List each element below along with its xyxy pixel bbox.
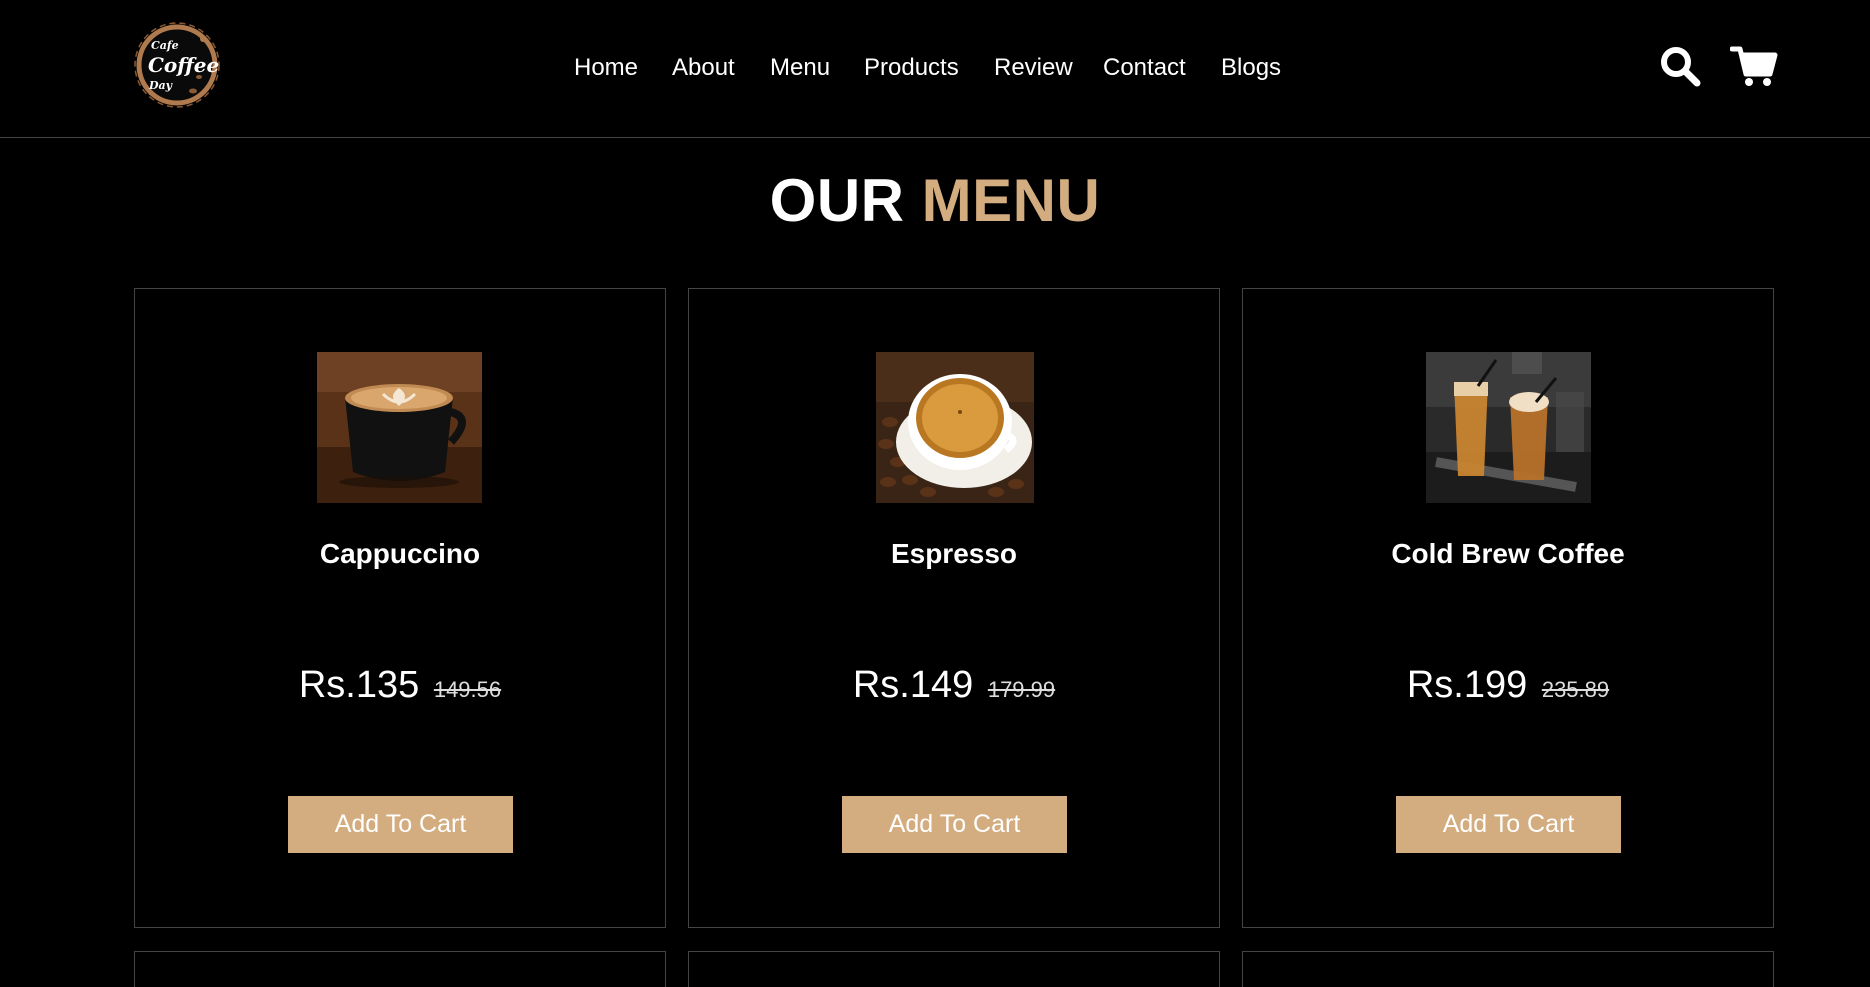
cappuccino-image (317, 352, 482, 503)
item-price: Rs.149 179.99 (689, 662, 1219, 713)
cart-icon[interactable] (1729, 44, 1778, 88)
menu-card-cappuccino: Cappuccino Rs.135 149.56 Add To Cart (134, 288, 666, 928)
nav-products[interactable]: Products (864, 50, 959, 86)
nav-contact[interactable]: Contact (1103, 50, 1186, 86)
item-name: Cappuccino (319, 538, 481, 569)
nav-review[interactable]: Review (994, 50, 1073, 86)
old-price: 179.99 (987, 677, 1056, 702)
item-price: Rs.135 149.56 (135, 662, 665, 713)
menu-card-row2-2 (688, 951, 1220, 987)
nav-about[interactable]: About (672, 50, 735, 86)
current-price: Rs.149 (852, 664, 974, 706)
old-price: 149.56 (433, 677, 502, 702)
espresso-image (876, 352, 1034, 503)
add-to-cart-button[interactable]: Add To Cart (1396, 796, 1621, 853)
cold-brew-image (1426, 352, 1591, 503)
add-to-cart-button[interactable]: Add To Cart (288, 796, 513, 853)
menu-card-cold-brew-coffee: Cold Brew Coffee Rs.199 235.89 Add To Ca… (1242, 288, 1774, 928)
nav-blogs[interactable]: Blogs (1221, 50, 1281, 86)
current-price: Rs.135 (298, 664, 420, 706)
heading-part-menu: MENU (921, 167, 1101, 234)
item-name: Cold Brew Coffee (1391, 538, 1625, 569)
nav-menu[interactable]: Menu (770, 50, 830, 86)
item-price: Rs.199 235.89 (1243, 662, 1773, 713)
section-heading: OUR MENU (0, 165, 1870, 237)
main-nav: Home About Menu Products Review Contact … (0, 50, 1870, 86)
item-name: Espresso (890, 538, 1018, 569)
current-price: Rs.199 (1406, 664, 1528, 706)
nav-home[interactable]: Home (574, 50, 638, 86)
old-price: 235.89 (1541, 677, 1610, 702)
menu-card-row2-3 (1242, 951, 1774, 987)
site-header: Cafe Coffee Day Home About Menu Products… (0, 0, 1870, 138)
search-icon[interactable] (1658, 44, 1702, 88)
menu-card-espresso: Espresso Rs.149 179.99 Add To Cart (688, 288, 1220, 928)
menu-card-row2-1 (134, 951, 666, 987)
add-to-cart-button[interactable]: Add To Cart (842, 796, 1067, 853)
heading-part-our: OUR (769, 167, 905, 234)
